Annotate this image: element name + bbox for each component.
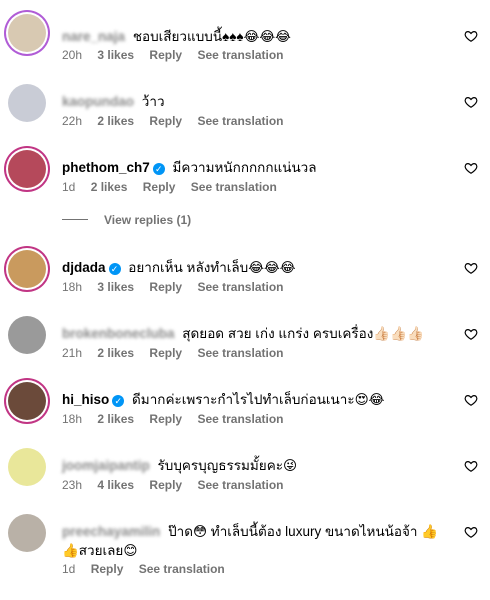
avatar[interactable] [8,250,46,288]
avatar[interactable] [8,150,46,188]
comment-username[interactable]: hi_hiso [62,392,109,407]
heart-outline-icon[interactable] [464,393,478,407]
comment-text: ว้าว [141,94,165,109]
comment-text: ชอบเสียวแบบนี้♠♠♠😂😂😂 [132,29,291,44]
verified-badge-icon: ✓ [112,395,125,407]
avatar[interactable] [8,316,46,354]
comment-text: อยากเห็น หลังทำเล็บ😂😂😂 [128,260,296,275]
reply-button[interactable]: Reply [149,48,182,62]
reply-button[interactable]: Reply [149,346,182,360]
comment-username[interactable]: djdada [62,260,106,275]
comment-username[interactable]: joomjaipantip [62,458,150,473]
heart-outline-icon[interactable] [464,161,478,175]
reply-button[interactable]: Reply [149,412,182,426]
avatar[interactable] [8,448,46,486]
comment-likes[interactable]: 2 likes [97,346,134,360]
heart-outline-icon[interactable] [464,525,478,539]
see-translation-button[interactable]: See translation [197,280,283,294]
comment-time: 21h [62,346,83,360]
comment-time: 1d [62,562,76,576]
view-replies-label: View replies (1) [104,213,192,227]
comment-time: 1d [62,180,76,194]
comment-likes[interactable]: 4 likes [97,478,134,492]
view-replies-button[interactable]: View replies (1) [62,213,191,227]
comment-username[interactable]: brokenbonecluba [62,326,175,341]
avatar[interactable] [8,382,46,420]
see-translation-button[interactable]: See translation [197,478,283,492]
comment-username[interactable]: phethom_ch7 [62,160,150,175]
reply-button[interactable]: Reply [143,180,176,194]
verified-badge-icon: ✓ [108,263,121,275]
comment-likes[interactable]: 3 likes [97,280,134,294]
reply-button[interactable]: Reply [91,562,124,576]
comment-time: 18h [62,280,83,294]
comment-username[interactable]: nare_naja [62,29,125,44]
comment-likes[interactable]: 2 likes [97,412,134,426]
heart-outline-icon[interactable] [464,29,478,43]
comment-time: 20h [62,48,83,62]
comment-text: ดีมากค่ะเพราะกำไรไปทำเล็บก่อนเนาะ😍😂 [132,392,385,407]
reply-button[interactable]: Reply [149,478,182,492]
comment-time: 23h [62,478,83,492]
see-translation-button[interactable]: See translation [191,180,277,194]
see-translation-button[interactable]: See translation [197,412,283,426]
comment-likes[interactable]: 2 likes [97,114,134,128]
see-translation-button[interactable]: See translation [197,114,283,128]
avatar[interactable] [8,84,46,122]
heart-outline-icon[interactable] [464,459,478,473]
comment-username[interactable]: preechayamilin [62,524,160,539]
reply-button[interactable]: Reply [149,114,182,128]
see-translation-button[interactable]: See translation [139,562,225,576]
comment-time: 22h [62,114,83,128]
heart-outline-icon[interactable] [464,95,478,109]
avatar[interactable] [8,14,46,52]
comment-text: สุดยอด สวย เก่ง แกร่ง ครบเครื่อง👍🏻👍🏻👍🏻 [182,326,424,341]
comment-text-line2: 👍สวยเลย😊 [62,543,138,558]
heart-outline-icon[interactable] [464,261,478,275]
avatar[interactable] [8,514,46,552]
see-translation-button[interactable]: See translation [197,346,283,360]
reply-button[interactable]: Reply [149,280,182,294]
comment-time: 18h [62,412,83,426]
verified-badge-icon: ✓ [152,163,165,175]
heart-outline-icon[interactable] [464,327,478,341]
divider [62,219,88,220]
comment-likes[interactable]: 3 likes [97,48,134,62]
comment-text: รับบุครบุญธรรมมั้ยคะ😜 [157,458,298,473]
comment-text: ป๊าด😳 ทำเล็บนี้ต้อง luxury ขนาดไหนน้อจ้า… [168,524,439,539]
see-translation-button[interactable]: See translation [197,48,283,62]
comment-likes[interactable]: 2 likes [91,180,128,194]
comment-text: มีความหนักกกกกแน่นวล [172,160,317,175]
comment-username[interactable]: kaopundao [62,94,134,109]
